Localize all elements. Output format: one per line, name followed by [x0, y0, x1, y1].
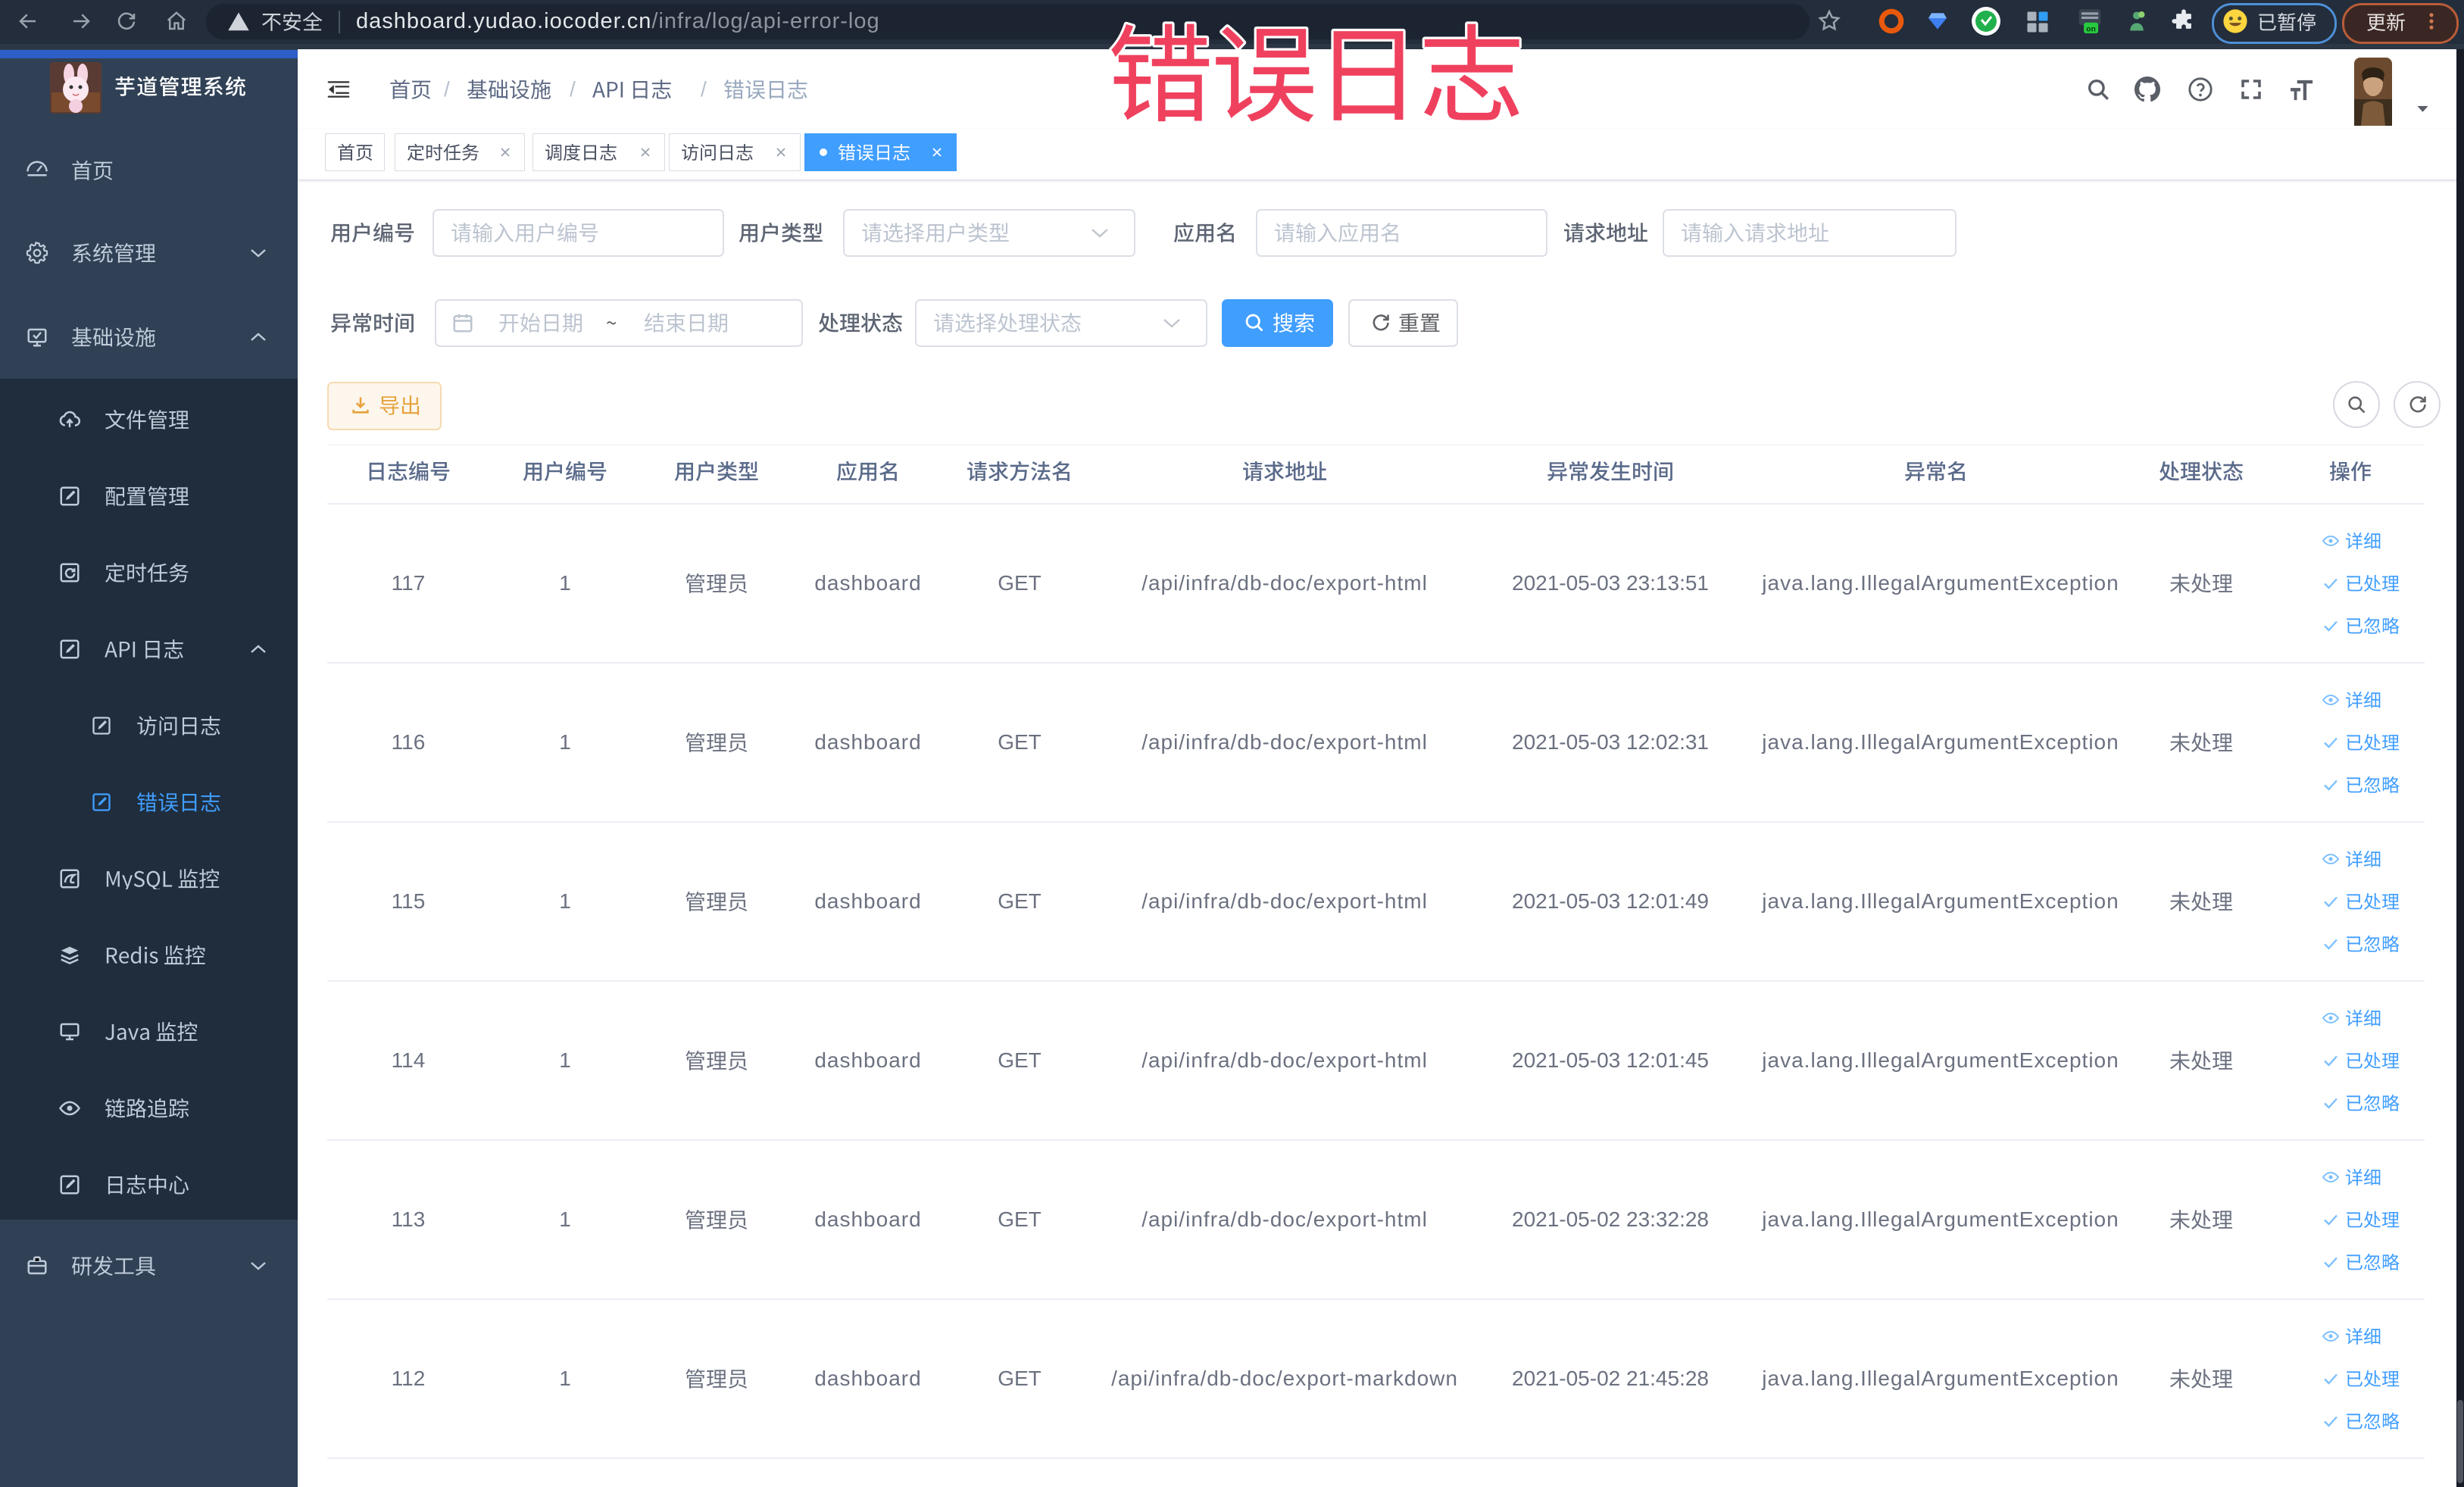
- svg-text:on: on: [2086, 26, 2096, 34]
